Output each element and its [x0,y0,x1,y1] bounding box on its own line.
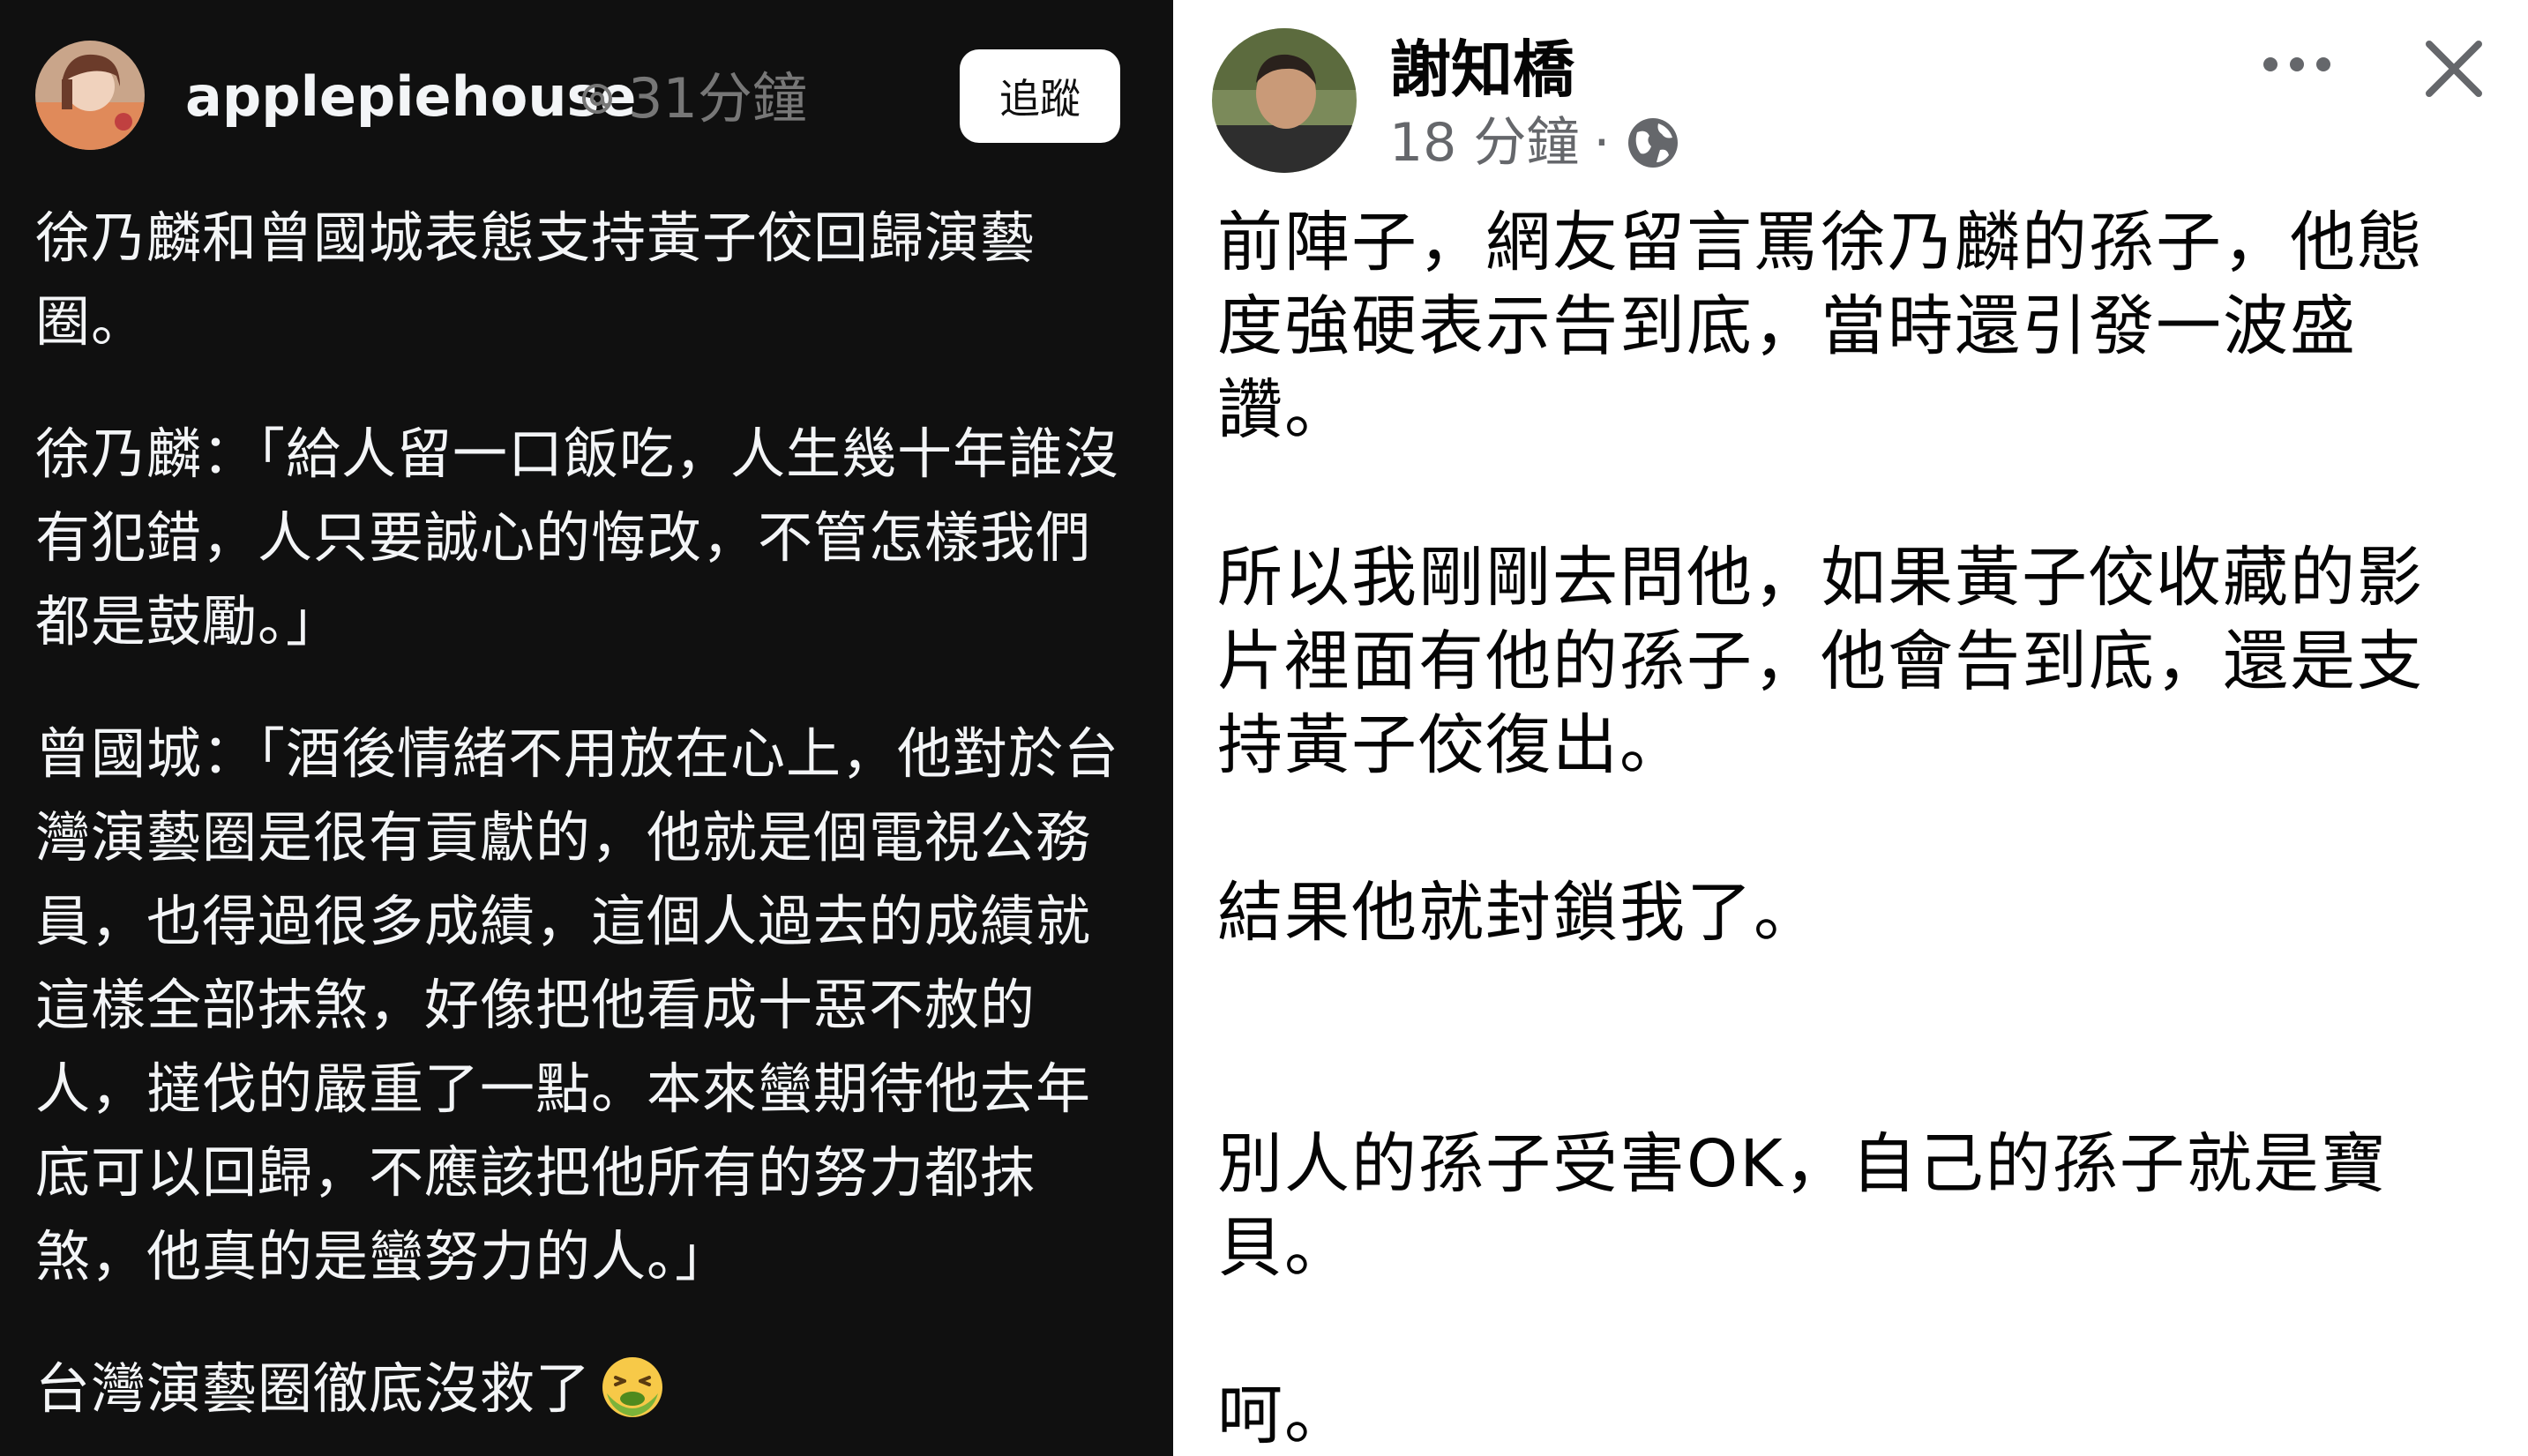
post-paragraph: 曾國城：「酒後情緒不用放在心上，他對於台灣演藝圈是很有貢獻的，他就是個電視公務員… [35,721,1120,1288]
post-paragraph: 前陣子，網友留言罵徐乃麟的孫子，他態度強硬表示告到底，當時還引發一波盛讚。 [1217,205,2424,448]
facebook-post-panel: 謝知橋 18 分鐘 · 前陣子，網友留言罵徐乃麟的孫子，他態度強硬表示告到底，當… [1173,0,2528,1456]
username[interactable]: applepiehouse [185,62,636,132]
post-paragraph-text: 台灣演藝圈徹底沒救了 [35,1356,592,1421]
post-paragraph: 別人的孫子受害OK，自己的孫子就是寶貝。 [1217,1126,2388,1286]
post-body: 徐乃麟和曾國城表態支持黃子佼回歸演藝圈。 徐乃麟：「給人留一口飯吃，人生幾十年誰… [35,196,1120,1456]
post-timestamp: 31分鐘 [628,66,807,131]
post-paragraph: 呵。 [1217,1378,1351,1453]
post-meta: 18 分鐘 · [1389,108,1681,178]
author-name[interactable]: 謝知橋 [1389,30,1574,109]
user-avatar[interactable] [35,41,145,150]
post-paragraph: 所以我剛剛去問他，如果黃子佼收藏的影片裡面有他的孫子，他會告到底，還是支持黃子佼… [1217,540,2424,783]
post-paragraph: 徐乃麟和曾國城表態支持黃子佼回歸演藝圈。 [35,205,1036,354]
author-avatar[interactable] [1212,28,1357,173]
threads-icon [582,84,612,114]
more-options-icon[interactable] [2255,42,2339,86]
globe-icon [1627,118,1678,168]
post-paragraph-last: 台灣演藝圈徹底沒救了 [35,1347,1120,1430]
follow-button[interactable]: 追蹤 [960,49,1120,143]
post-paragraph: 結果他就封鎖我了。 [1217,875,1821,951]
post-timestamp[interactable]: 18 分鐘 [1389,108,1579,178]
post-paragraph: 徐乃麟：「給人留一口飯吃，人生幾十年誰沒有犯錯，人只要誠心的悔改，不管怎樣我們都… [35,422,1120,653]
meta-separator: · [1593,112,1611,174]
nauseated-face-icon [602,1357,663,1417]
post-body: 前陣子，網友留言罵徐乃麟的孫子，他態度強硬表示告到底，當時還引發一波盛讚。 所以… [1217,201,2487,1456]
threads-post-panel: applepiehouse 31分鐘 追蹤 徐乃麟和曾國城表態支持黃子佼回歸演藝… [0,0,1173,1456]
close-icon[interactable] [2419,34,2489,104]
